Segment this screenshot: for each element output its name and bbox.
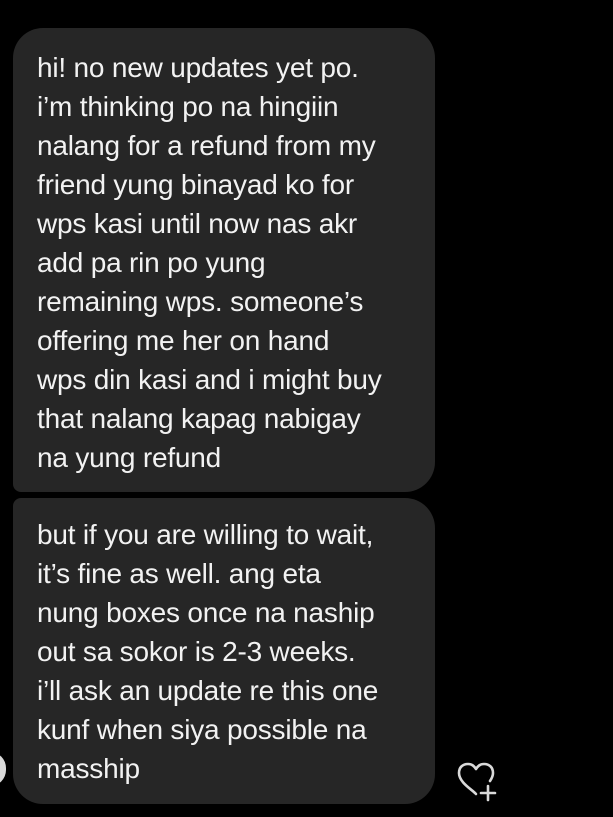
chat-thread: hi! no new updates yet po. i’m thinking … xyxy=(0,0,613,817)
heart-plus-icon xyxy=(457,762,497,802)
avatar[interactable] xyxy=(0,752,6,786)
message-bubble-1[interactable]: hi! no new updates yet po. i’m thinking … xyxy=(13,28,435,492)
react-button[interactable] xyxy=(455,760,501,804)
message-bubble-2[interactable]: but if you are willing to wait, it’s fin… xyxy=(13,498,435,804)
